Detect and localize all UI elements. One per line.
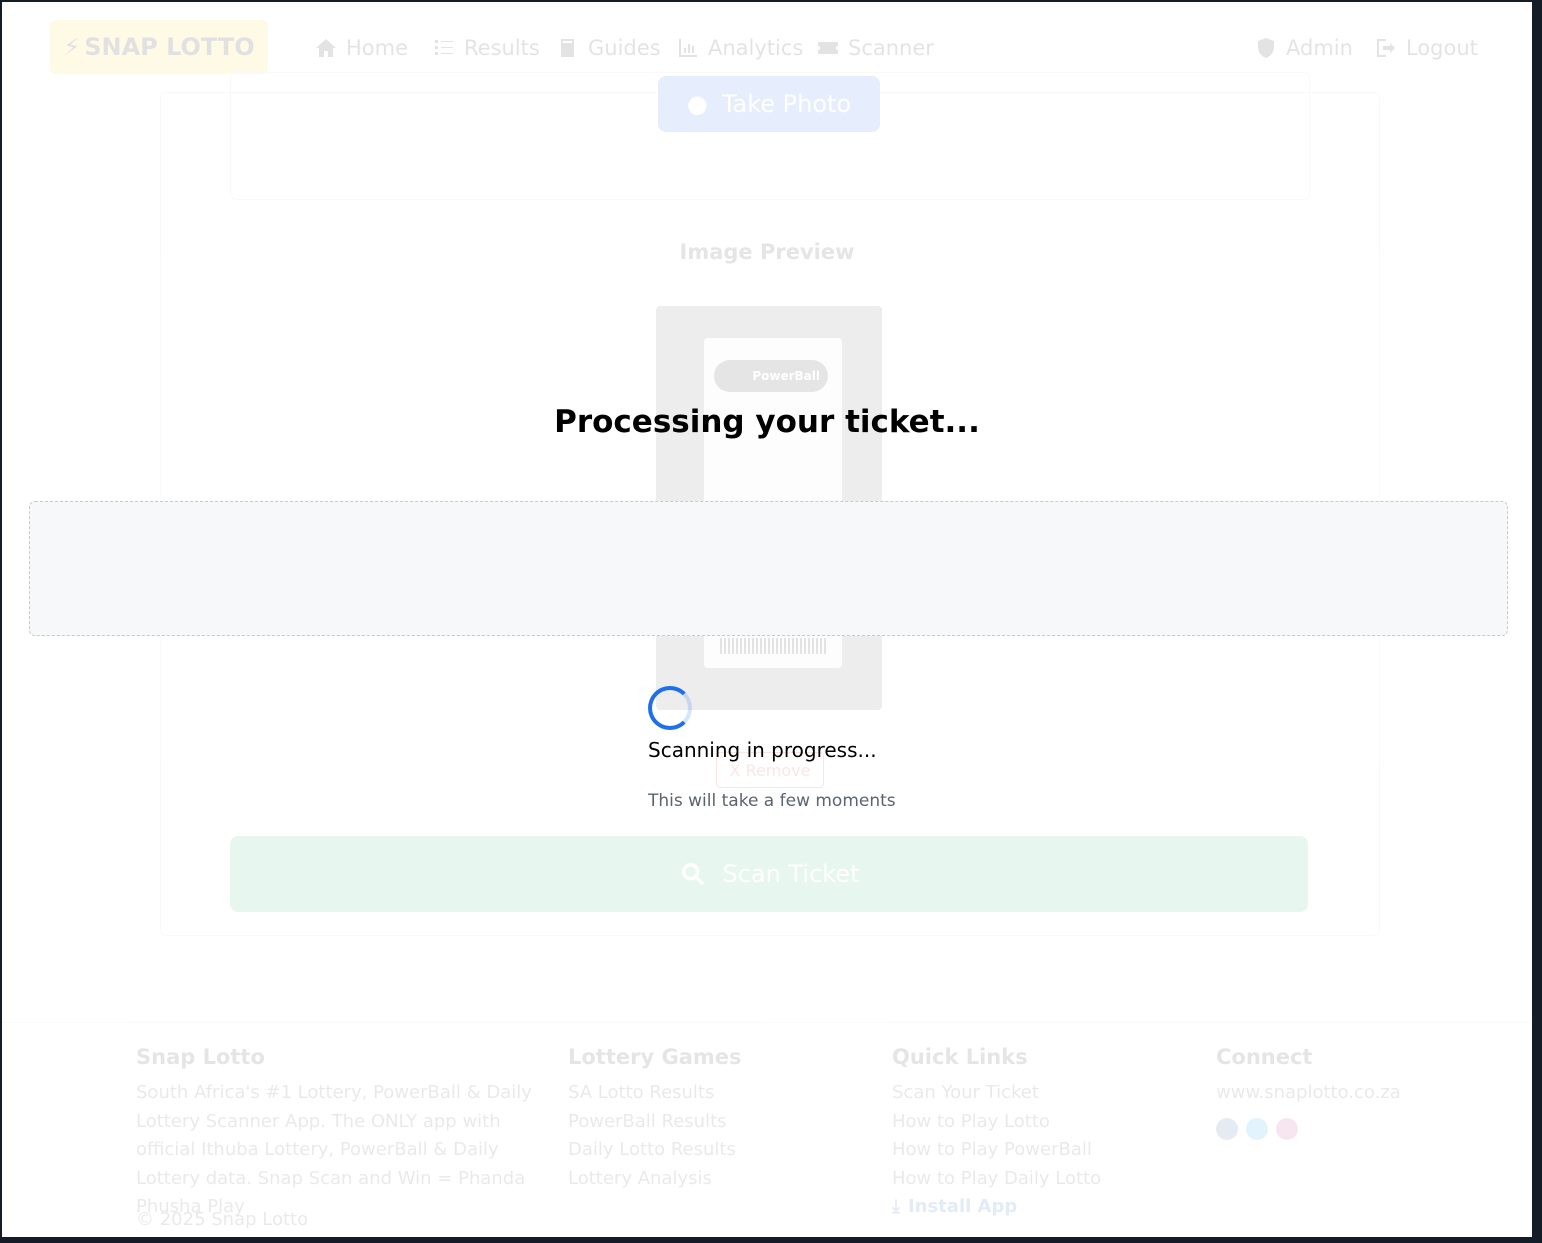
social-links	[1216, 1117, 1401, 1140]
nav-logout-label: Logout	[1406, 36, 1478, 60]
footer-link-scan[interactable]: Scan Your Ticket	[892, 1079, 1101, 1108]
nav-guides[interactable]: Guides	[556, 32, 661, 64]
install-app-link[interactable]: ⤓ Install App	[892, 1193, 1101, 1222]
home-icon	[316, 39, 336, 57]
nav-analytics[interactable]: Analytics	[676, 32, 803, 64]
processing-title: Processing your ticket...	[554, 404, 980, 440]
bolt-icon: ⚡	[63, 33, 81, 61]
footer-quick: Quick Links Scan Your Ticket How to Play…	[892, 1045, 1101, 1222]
take-photo-label: Take Photo	[721, 90, 852, 118]
nav-logout[interactable]: Logout	[1374, 32, 1478, 64]
footer: Snap Lotto South Africa's #1 Lottery, Po…	[2, 1022, 1532, 1237]
footer-games-title: Lottery Games	[568, 1045, 742, 1069]
shield-icon	[1258, 38, 1274, 58]
nav-admin[interactable]: Admin	[1254, 32, 1353, 64]
footer-about-title: Snap Lotto	[136, 1045, 265, 1069]
scanning-subtext: This will take a few moments	[648, 791, 896, 811]
search-icon	[681, 862, 704, 886]
footer-connect-title: Connect	[1216, 1045, 1313, 1069]
footer-games: Lottery Games SA Lotto Results PowerBall…	[568, 1045, 742, 1193]
install-app-label: Install App	[907, 1196, 1018, 1217]
footer-link-analysis[interactable]: Lottery Analysis	[568, 1165, 742, 1194]
powerball-logo: PowerBall	[714, 360, 828, 392]
scan-ticket-button[interactable]: Scan Ticket	[230, 836, 1308, 912]
ticket-icon	[818, 42, 838, 54]
scan-ticket-label: Scan Ticket	[722, 860, 860, 888]
footer-quick-title: Quick Links	[892, 1045, 1028, 1069]
chart-icon	[679, 39, 697, 57]
footer-link-how-powerball[interactable]: How to Play PowerBall	[892, 1136, 1101, 1165]
list-icon	[435, 40, 453, 55]
loading-spinner-icon	[648, 686, 692, 730]
nav-admin-label: Admin	[1286, 36, 1353, 60]
nav-analytics-label: Analytics	[708, 36, 804, 60]
brand-name: SNAP LOTTO	[84, 33, 255, 61]
copyright: © 2025 Snap Lotto	[136, 1209, 309, 1230]
nav-scanner-label: Scanner	[848, 36, 934, 60]
download-icon: ⤓	[892, 1196, 900, 1217]
footer-about: Snap Lotto South Africa's #1 Lottery, Po…	[136, 1045, 536, 1222]
scanning-status: Scanning in progress...	[648, 738, 877, 762]
take-photo-button[interactable]: ● Take Photo	[658, 76, 880, 132]
logout-icon	[1377, 39, 1395, 57]
facebook-icon[interactable]	[1216, 1117, 1238, 1140]
instagram-icon[interactable]	[1276, 1117, 1298, 1140]
browser-viewport: ⚡ SNAP LOTTO Home Results Guides Analyti…	[2, 2, 1532, 1237]
nav-home-label: Home	[346, 36, 409, 60]
book-icon	[561, 39, 574, 57]
barcode	[720, 638, 826, 654]
footer-link-how-daily[interactable]: How to Play Daily Lotto	[892, 1165, 1101, 1194]
footer-site-link[interactable]: www.snaplotto.co.za	[1216, 1079, 1401, 1108]
footer-connect: Connect www.snaplotto.co.za	[1216, 1045, 1401, 1140]
nav-guides-label: Guides	[588, 36, 661, 60]
footer-link-daily-lotto[interactable]: Daily Lotto Results	[568, 1136, 742, 1165]
nav-scanner[interactable]: Scanner	[816, 32, 934, 64]
footer-link-how-lotto[interactable]: How to Play Lotto	[892, 1108, 1101, 1137]
footer-about-text: South Africa's #1 Lottery, PowerBall & D…	[136, 1082, 532, 1217]
brand-logo[interactable]: ⚡ SNAP LOTTO	[50, 20, 268, 74]
processing-panel	[29, 501, 1508, 636]
nav-results-label: Results	[464, 36, 540, 60]
nav-home[interactable]: Home	[314, 32, 408, 64]
image-preview-title: Image Preview	[679, 240, 855, 264]
camera-icon: ●	[686, 90, 708, 118]
twitter-icon[interactable]	[1246, 1117, 1268, 1140]
footer-link-sa-lotto[interactable]: SA Lotto Results	[568, 1079, 742, 1108]
footer-link-powerball[interactable]: PowerBall Results	[568, 1108, 742, 1137]
nav-results[interactable]: Results	[432, 32, 540, 64]
